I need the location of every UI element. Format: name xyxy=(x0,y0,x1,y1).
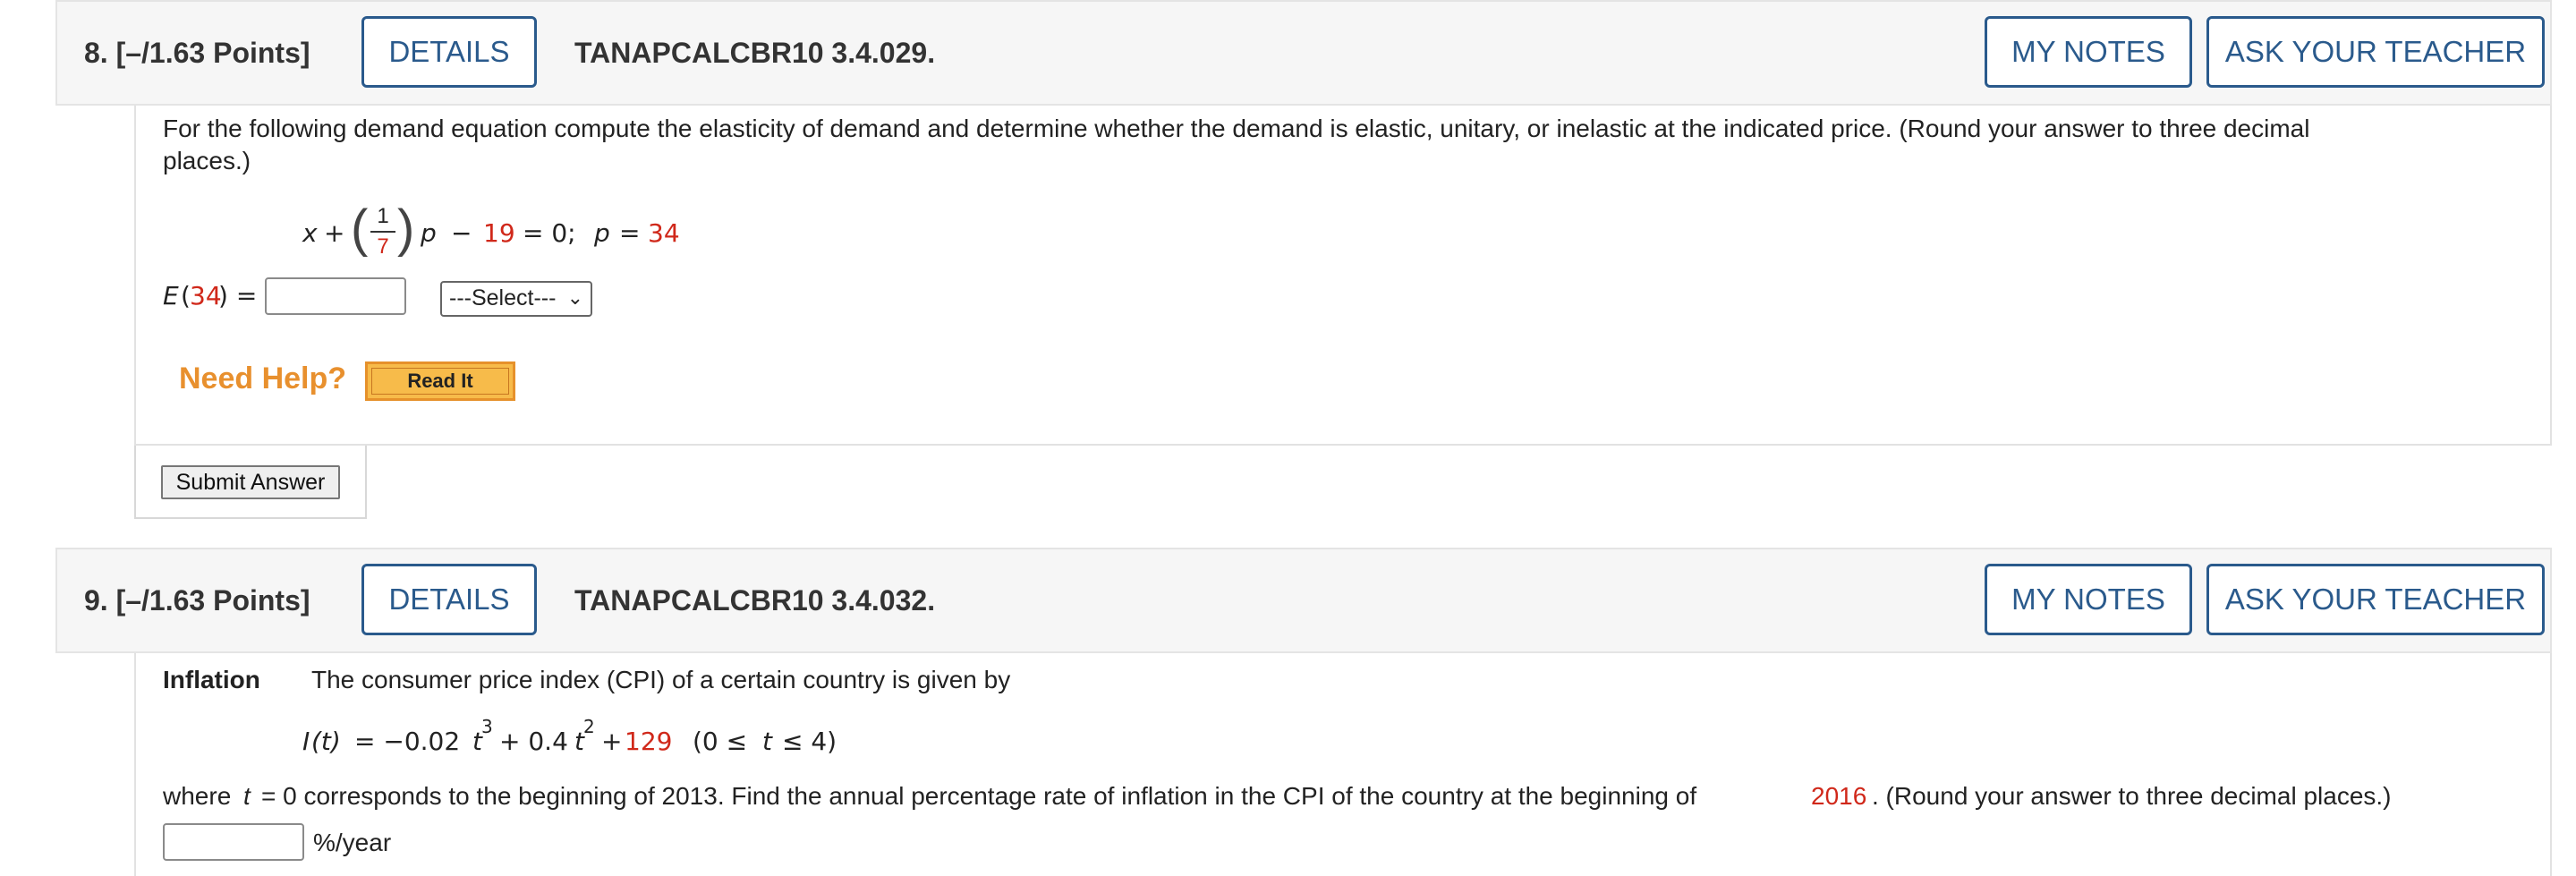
question-8-prompt-line1: For the following demand equation comput… xyxy=(163,115,2310,142)
submit-answer-button[interactable]: Submit Answer xyxy=(161,465,340,499)
question-9-intro: The consumer price index (CPI) of a cert… xyxy=(311,666,1011,693)
question-8-code: TANAPCALCBR10 3.4.029. xyxy=(574,37,936,69)
eq-minus: − xyxy=(451,218,472,248)
question-9-body: Inflation The consumer price index (CPI)… xyxy=(134,653,2552,876)
eq9-I: I xyxy=(302,727,310,756)
question-9-my-notes-button[interactable]: MY NOTES xyxy=(1985,564,2192,635)
where-mid: = 0 corresponds to the beginning of 2013… xyxy=(261,782,1697,810)
eq-fraction-bar xyxy=(370,231,395,233)
question-8-body: For the following demand equation comput… xyxy=(134,106,2552,446)
question-8-ask-teacher-button[interactable]: ASK YOUR TEACHER xyxy=(2206,16,2545,88)
elasticity-answer-input[interactable] xyxy=(265,277,406,315)
eq9-part2: + 0.4 xyxy=(499,727,568,756)
answer-label-E: E xyxy=(163,281,179,310)
question-8-points-label: [–/1.63 Points] xyxy=(115,37,310,69)
eq9-domain-close: ≤ 4) xyxy=(782,727,837,756)
eq-plus: + xyxy=(324,218,345,248)
eq9-exp2: 2 xyxy=(583,716,595,737)
need-help-label: Need Help? xyxy=(179,361,347,395)
eq-price-value: 34 xyxy=(648,218,680,248)
question-8-submit-area: Submit Answer xyxy=(134,446,367,519)
eq-fraction-numerator: 1 xyxy=(377,204,389,228)
question-9-topic: Inflation xyxy=(163,666,260,693)
question-9-details-button[interactable]: DETAILS xyxy=(361,564,537,635)
read-it-button-label: Read It xyxy=(371,368,509,395)
eq9-part3: + xyxy=(601,727,623,756)
eq-constant: 19 xyxy=(483,218,515,248)
elasticity-type-select-value: ---Select--- xyxy=(449,285,557,310)
inflation-unit-label: %/year xyxy=(313,829,392,856)
eq-fraction: 1 7 xyxy=(370,204,395,259)
question-9-points-label: [–/1.63 Points] xyxy=(115,584,310,617)
question-8-my-notes-button[interactable]: MY NOTES xyxy=(1985,16,2192,88)
eq-price-equals: = xyxy=(619,218,641,248)
where-pre: where xyxy=(163,782,232,810)
answer-label-close: ) = xyxy=(218,281,258,310)
eq-fraction-denominator: 7 xyxy=(377,234,389,259)
question-8-prompt-line2: places.) xyxy=(163,147,251,174)
eq-right-paren: ) xyxy=(397,200,415,258)
question-8-header: 8. [–/1.63 Points] DETAILS TANAPCALCBR10… xyxy=(55,0,2552,106)
where-t: t xyxy=(243,782,251,810)
elasticity-type-select[interactable]: ---Select--- ⌄ xyxy=(440,281,592,317)
eq9-exp1: 3 xyxy=(481,716,493,737)
eq9-constant: 129 xyxy=(625,727,673,756)
question-9-points: 9. [–/1.63 Points] xyxy=(84,549,310,651)
eq9-domain-t: t xyxy=(762,727,772,756)
question-9-code: TANAPCALCBR10 3.4.032. xyxy=(574,584,936,617)
where-year: 2016 xyxy=(1811,782,1867,810)
question-8-number: 8. xyxy=(84,37,108,69)
question-8-points: 8. [–/1.63 Points] xyxy=(84,2,310,104)
eq-x: x xyxy=(302,218,318,248)
inflation-answer-input[interactable] xyxy=(163,823,304,861)
eq9-t-arg: (t) xyxy=(311,727,341,756)
question-9-header: 9. [–/1.63 Points] DETAILS TANAPCALCBR10… xyxy=(55,548,2552,653)
where-post: . (Round your answer to three decimal pl… xyxy=(1872,782,2392,810)
chevron-down-icon: ⌄ xyxy=(566,286,583,309)
eq-left-paren: ( xyxy=(351,200,369,258)
eq-p: p xyxy=(421,218,437,248)
answer-label-arg: 34 xyxy=(190,281,222,310)
question-9-ask-teacher-button[interactable]: ASK YOUR TEACHER xyxy=(2206,564,2545,635)
read-it-button[interactable]: Read It xyxy=(365,361,515,401)
question-8-details-button[interactable]: DETAILS xyxy=(361,16,537,88)
eq-p-price: p xyxy=(594,218,610,248)
eq9-part1: = −0.02 xyxy=(354,727,461,756)
eq-equals-zero: = 0; xyxy=(523,218,576,248)
question-9-number: 9. xyxy=(84,584,108,617)
eq9-domain-open: (0 ≤ xyxy=(693,727,748,756)
